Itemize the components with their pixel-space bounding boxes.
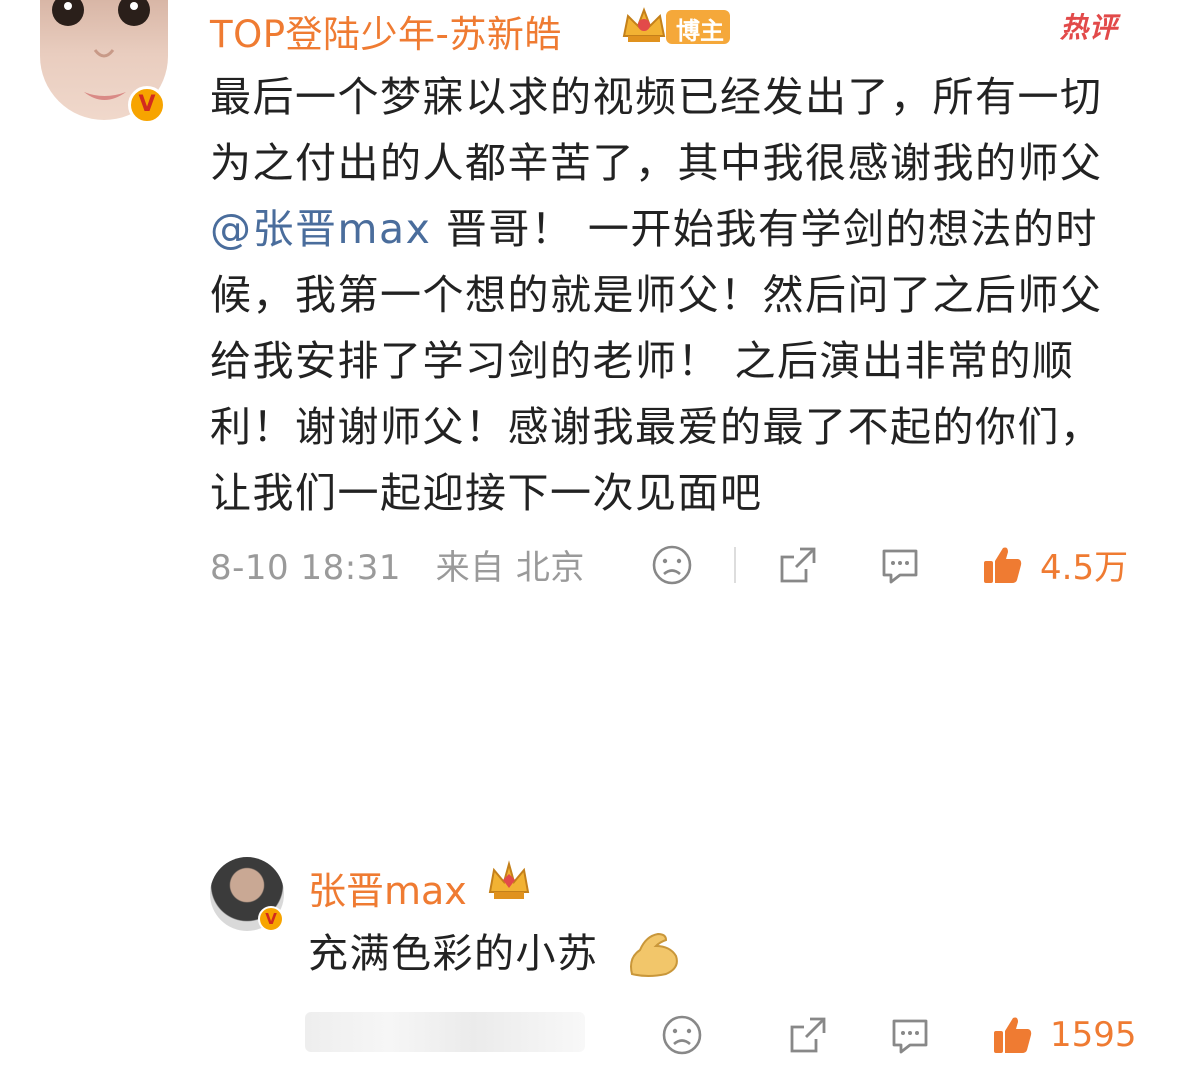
flexed-biceps-emoji-icon — [626, 928, 682, 980]
dislike-button[interactable] — [648, 541, 696, 589]
reply-share-button[interactable] — [784, 1011, 832, 1059]
comment-bubble-icon — [892, 1019, 928, 1054]
verified-badge-icon: V — [128, 86, 166, 124]
comment-bubble-icon — [882, 549, 918, 583]
reply-text: 充满色彩的小苏 — [308, 931, 599, 977]
reply-comment-button[interactable] — [886, 1011, 934, 1059]
share-button[interactable] — [774, 541, 822, 589]
share-icon — [780, 547, 816, 582]
sad-face-icon — [652, 545, 692, 584]
hot-comment-tag: 热评 — [1060, 11, 1119, 44]
comment-location: 来自 北京 — [435, 548, 585, 588]
like-count: 4.5万 — [1040, 548, 1129, 588]
share-icon — [790, 1017, 826, 1053]
reply-username[interactable]: 张晋max — [308, 860, 467, 915]
reply-like-button[interactable] — [988, 1011, 1036, 1059]
blogger-badge-label: 博主 — [676, 17, 724, 45]
blurred-content-placeholder — [305, 1012, 585, 1052]
main-username[interactable]: TOP登陆少年-苏新皓 — [210, 4, 562, 58]
action-divider — [734, 546, 736, 583]
comment-meta: 8-10 18:31 来自 北京 — [210, 540, 585, 589]
comment-timestamp: 8-10 18:31 — [210, 548, 401, 588]
thumbs-up-icon — [994, 1017, 1032, 1053]
reply-dislike-button[interactable] — [658, 1011, 706, 1059]
mention-link[interactable]: @张晋max — [210, 205, 431, 253]
like-button[interactable] — [978, 541, 1026, 589]
sad-face-icon — [662, 1015, 702, 1055]
reply-action-bar: 1595 — [658, 1011, 1137, 1059]
thumbs-up-icon — [984, 547, 1022, 583]
reply-crown-badge-icon — [486, 858, 532, 904]
comment-button[interactable] — [876, 541, 924, 589]
reply-like-count: 1595 — [1050, 1015, 1137, 1055]
comment-text-part-1: 最后一个梦寐以求的视频已经发出了，所有一切为之付出的人都辛苦了，其中我很感谢我的… — [210, 73, 1103, 187]
crown-badge-icon: 博主 — [622, 6, 732, 46]
reply-verified-badge-icon: V — [258, 906, 284, 932]
main-comment-text: 最后一个梦寐以求的视频已经发出了，所有一切为之付出的人都辛苦了，其中我很感谢我的… — [210, 64, 1130, 526]
main-action-bar: 4.5万 — [648, 540, 1128, 589]
